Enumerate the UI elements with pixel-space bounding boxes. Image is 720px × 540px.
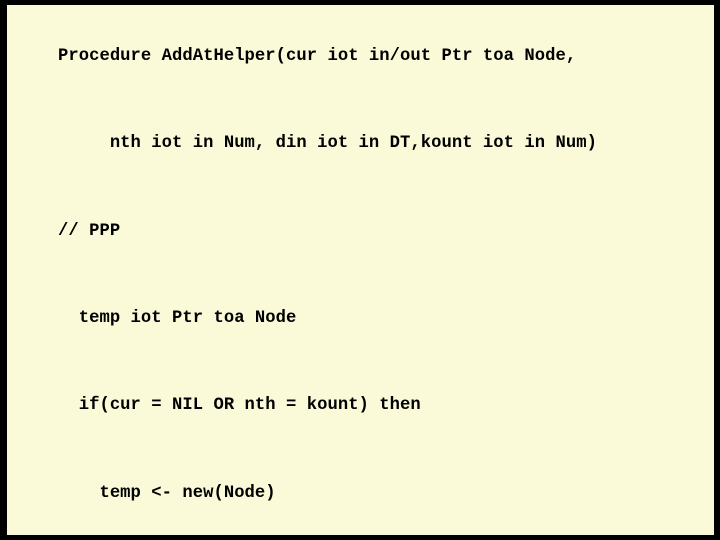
code-line-5: if(cur = NIL OR nth = kount) then: [58, 396, 421, 416]
pseudocode-block: Procedure AddAtHelper(cur iot in/out Ptr…: [58, 13, 597, 535]
code-line-4: temp iot Ptr toa Node: [58, 308, 297, 328]
slide-canvas: Procedure AddAtHelper(cur iot in/out Ptr…: [0, 0, 720, 540]
code-line-3: // PPP: [58, 221, 121, 241]
code-line-2: nth iot in Num, din iot in DT,kount iot …: [58, 134, 597, 154]
code-line-1: Procedure AddAtHelper(cur iot in/out Ptr…: [58, 47, 577, 67]
code-line-6: temp <- new(Node): [58, 483, 276, 503]
